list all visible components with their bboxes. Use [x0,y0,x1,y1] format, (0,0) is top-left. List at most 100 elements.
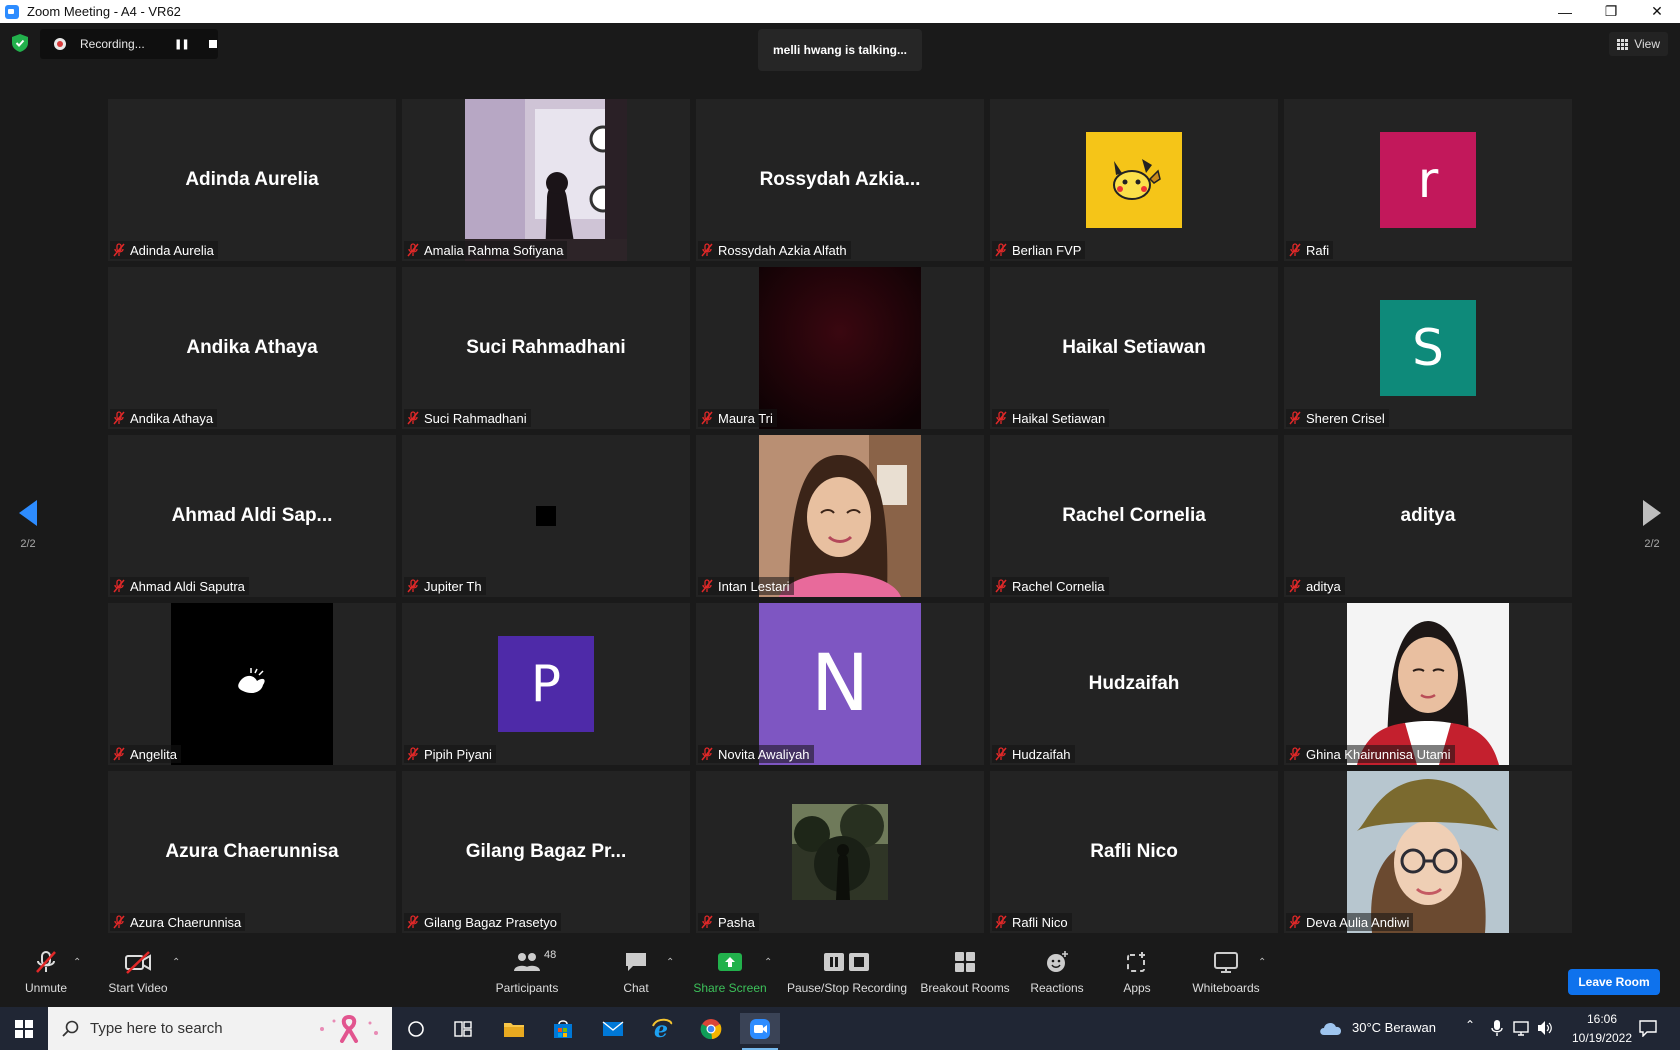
participant-tile[interactable]: Rafli Nico Rafli Nico [990,771,1278,933]
whiteboard-options-chevron-icon[interactable]: ⌃ [1258,957,1266,968]
security-shield-icon[interactable] [12,34,28,52]
search-icon [62,1020,79,1037]
cloud-weather-icon[interactable] [1318,1019,1344,1037]
view-button[interactable]: View [1609,32,1668,56]
participant-tile[interactable]: Maura Tri [696,267,984,429]
muted-mic-icon [113,243,125,257]
participant-nameplate: Gilang Bagaz Prasetyo [404,913,561,931]
share-screen-button[interactable]: Share Screen [693,937,767,1007]
participant-tile[interactable]: Haikal Setiawan Haikal Setiawan [990,267,1278,429]
windows-taskbar: Type here to search e 30°C Berawan ⌃ 16:… [0,1007,1680,1050]
participant-name: aditya [1306,578,1341,594]
participant-tile[interactable]: Intan Lestari [696,435,984,597]
participant-tile[interactable]: Ghina Khairunnisa Utami [1284,603,1572,765]
network-icon[interactable] [1513,1019,1531,1037]
participant-name: Pasha [718,914,755,930]
participants-button[interactable]: Participants [494,937,560,1007]
microsoft-store-icon[interactable] [547,1013,579,1044]
participant-name: Pipih Piyani [424,746,492,762]
chat-label: Chat [623,981,649,995]
participant-tile[interactable]: Suci Rahmadhani Suci Rahmadhani [402,267,690,429]
clock-time[interactable]: 16:06 [1572,1012,1632,1026]
participant-photo [792,804,888,900]
pause-recording-icon[interactable]: ❚❚ [174,39,190,50]
close-button[interactable]: ✕ [1634,0,1680,23]
leave-room-button[interactable]: Leave Room [1568,969,1660,995]
pause-stop-recording-button[interactable]: Pause/Stop Recording [786,937,908,1007]
taskbar-search-box[interactable]: Type here to search [48,1007,392,1050]
participant-display-name: Andika Athaya [186,337,318,358]
participant-tile[interactable]: Pasha [696,771,984,933]
participant-tile[interactable]: Rossydah Azkia... Rossydah Azkia Alfath [696,99,984,261]
participant-tile[interactable]: aditya aditya [1284,435,1572,597]
participant-name: Rachel Cornelia [1012,578,1105,594]
participant-tile[interactable]: Jupiter Th [402,435,690,597]
muted-mic-icon [995,411,1007,425]
start-button[interactable] [0,1007,48,1050]
page-indicator-left: 2/2 [20,538,36,550]
internet-explorer-icon[interactable]: e [646,1013,678,1044]
minimize-button[interactable]: — [1542,0,1588,23]
next-page-button[interactable]: 2/2 [1632,500,1672,550]
participant-tile[interactable]: Gilang Bagaz Pr... Gilang Bagaz Prasetyo [402,771,690,933]
volume-icon[interactable] [1536,1019,1554,1037]
video-options-chevron-icon[interactable]: ⌃ [172,957,180,968]
share-options-chevron-icon[interactable]: ⌃ [764,957,772,968]
pause-stop-icon [822,949,872,975]
clock-date[interactable]: 10/19/2022 [1566,1031,1638,1045]
meeting-toolbar: Unmute ⌃ Start Video ⌃ Participants 48 C… [0,937,1680,1007]
participant-tile[interactable]: N Novita Awaliyah [696,603,984,765]
muted-mic-icon [113,579,125,593]
apps-button[interactable]: Apps [1120,937,1154,1007]
mail-icon[interactable] [597,1013,629,1044]
restore-button[interactable]: ❐ [1588,0,1634,23]
view-label: View [1634,37,1660,51]
tray-microphone-icon[interactable] [1490,1019,1504,1037]
participant-tile[interactable]: Hudzaifah Hudzaifah [990,603,1278,765]
recording-label: Recording... [80,37,145,51]
previous-page-button[interactable]: 2/2 [8,500,48,550]
file-explorer-icon[interactable] [498,1013,530,1044]
participant-tile[interactable]: r Rafi [1284,99,1572,261]
whiteboards-button[interactable]: Whiteboards [1190,937,1262,1007]
show-hidden-icons-chevron-icon[interactable]: ⌃ [1465,1018,1475,1032]
participant-tile[interactable]: Berlian FVP [990,99,1278,261]
participant-tile[interactable]: Adinda Aurelia Adinda Aurelia [108,99,396,261]
chat-button[interactable]: Chat [618,937,654,1007]
start-video-button[interactable]: Start Video [106,937,170,1007]
participant-display-name: Azura Chaerunnisa [165,841,339,862]
participant-nameplate: aditya [1286,577,1345,595]
zoom-taskbar-icon[interactable] [740,1013,780,1044]
participant-nameplate: Rossydah Azkia Alfath [698,241,851,259]
participant-tile[interactable]: Deva Aulia Andiwi [1284,771,1572,933]
stop-recording-icon[interactable] [208,40,217,48]
participant-tile[interactable]: S Sheren Crisel [1284,267,1572,429]
notifications-icon[interactable] [1638,1019,1658,1037]
reactions-button[interactable]: Reactions [1030,937,1084,1007]
cortana-icon[interactable] [400,1013,432,1044]
unmute-button[interactable]: Unmute [22,937,70,1007]
participant-name: Azura Chaerunnisa [130,914,242,930]
chat-options-chevron-icon[interactable]: ⌃ [666,957,674,968]
chrome-icon[interactable] [695,1013,727,1044]
pause-stop-recording-label: Pause/Stop Recording [786,981,908,995]
participant-tile[interactable]: Azura Chaerunnisa Azura Chaerunnisa [108,771,396,933]
task-view-icon[interactable] [447,1013,479,1044]
participant-nameplate: Rafi [1286,241,1334,259]
participant-name: Gilang Bagaz Prasetyo [424,914,557,930]
weather-text[interactable]: 30°C Berawan [1352,1020,1436,1035]
muted-mic-icon [407,243,419,257]
breakout-rooms-button[interactable]: Breakout Rooms [920,937,1010,1007]
audio-options-chevron-icon[interactable]: ⌃ [73,957,81,968]
participant-nameplate: Suci Rahmadhani [404,409,531,427]
participant-tile[interactable]: Angelita [108,603,396,765]
participant-tile[interactable]: Rachel Cornelia Rachel Cornelia [990,435,1278,597]
arrow-right-icon [1643,500,1661,526]
participant-nameplate: Adinda Aurelia [110,241,218,259]
participant-display-name: Suci Rahmadhani [466,337,626,358]
participant-tile[interactable]: Andika Athaya Andika Athaya [108,267,396,429]
participant-name: Jupiter Th [424,578,482,594]
participant-tile[interactable]: Amalia Rahma Sofiyana [402,99,690,261]
participant-tile[interactable]: P Pipih Piyani [402,603,690,765]
participant-tile[interactable]: Ahmad Aldi Sap... Ahmad Aldi Saputra [108,435,396,597]
